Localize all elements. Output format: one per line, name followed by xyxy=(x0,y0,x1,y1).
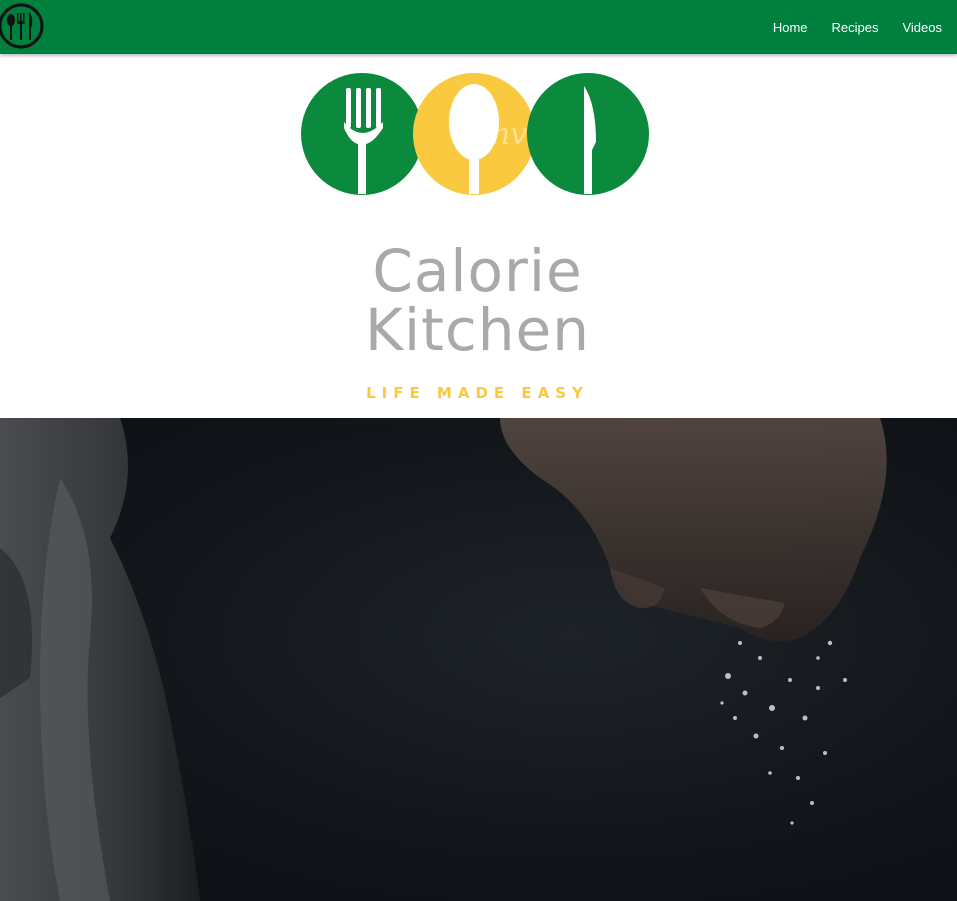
nav-home-link[interactable]: Home xyxy=(773,20,808,35)
top-navbar: Home Recipes Videos xyxy=(0,0,957,54)
chef-sprinkling-salt-image xyxy=(0,418,957,901)
fork-spoon-knife-icon[interactable] xyxy=(0,2,46,50)
brand-name-line1: Calorie xyxy=(372,237,583,305)
nav-recipes-link[interactable]: Recipes xyxy=(832,20,879,35)
brand-logo-banner: Canva Calorie Kitchen LIFE MADE EASY xyxy=(0,54,955,418)
cutlery-circles-logo: Canva xyxy=(300,70,652,200)
nav-videos-link[interactable]: Videos xyxy=(902,20,942,35)
brand-name-line2: Kitchen xyxy=(365,296,590,364)
nav-links: Home Recipes Videos xyxy=(773,0,942,54)
brand-tagline: LIFE MADE EASY xyxy=(366,384,589,402)
